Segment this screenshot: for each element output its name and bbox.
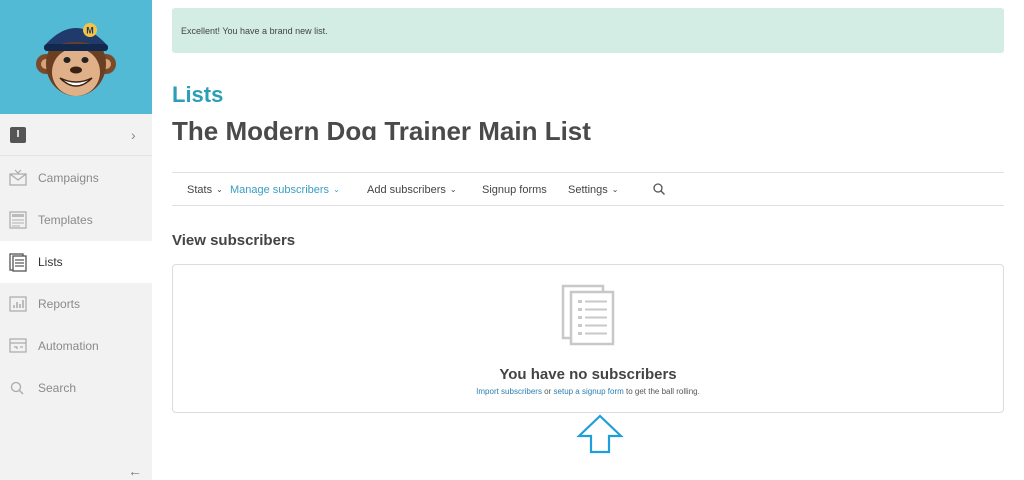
list-name: The Modern Dog Trainer Main List bbox=[172, 116, 591, 140]
chimp-logo-icon: M bbox=[36, 23, 116, 96]
empty-list-icon bbox=[561, 284, 615, 346]
sidebar-item-label: Automation bbox=[38, 339, 99, 353]
sidebar-item-label: Templates bbox=[38, 213, 93, 227]
list-name-container: The Modern Dog Trainer Main List bbox=[172, 112, 612, 140]
collapse-sidebar-arrow-icon[interactable]: ← bbox=[128, 464, 142, 478]
sidebar-item-search[interactable]: Search bbox=[0, 367, 152, 409]
chevron-down-icon: ⌄ bbox=[333, 185, 340, 194]
chevron-down-icon: ⌄ bbox=[449, 185, 457, 194]
tab-settings[interactable]: Settings ⌄ bbox=[568, 183, 618, 198]
sidebar-item-label: Lists bbox=[38, 255, 63, 269]
search-icon bbox=[10, 381, 24, 395]
mailchimp-logo[interactable]: M bbox=[0, 0, 152, 114]
tab-label: Settings bbox=[568, 184, 608, 196]
sidebar-item-label: Reports bbox=[38, 297, 81, 311]
sidebar-item-label: Campaigns bbox=[38, 171, 99, 185]
list-tab-bar: Stats ⌄ Manage subscribers ⌄ Add subscribe… bbox=[172, 172, 1004, 206]
svg-text:M: M bbox=[86, 26, 94, 36]
sidebar-item-campaigns[interactable]: Campaigns bbox=[0, 157, 152, 199]
sidebar-item-lists[interactable]: Lists bbox=[0, 241, 152, 283]
page-title[interactable]: Lists bbox=[172, 82, 223, 108]
empty-state-title: You have no subscribers bbox=[499, 366, 677, 383]
section-title: View subscribers bbox=[172, 232, 296, 249]
chevron-right-icon: › bbox=[131, 127, 136, 143]
tab-label: Stats bbox=[187, 184, 213, 196]
success-alert: Excellent! You have a brand new list. bbox=[172, 8, 1004, 53]
setup-signup-form-link[interactable]: setup a signup form bbox=[554, 387, 624, 396]
sidebar-item-reports[interactable]: Reports bbox=[0, 283, 152, 325]
alert-message: Excellent! You have a brand new list. bbox=[181, 26, 328, 36]
tab-label: Manage subscribers bbox=[230, 184, 330, 196]
automation-icon bbox=[9, 338, 27, 353]
sidebar-item-automation[interactable]: Automation bbox=[0, 325, 152, 367]
template-icon bbox=[9, 211, 27, 229]
tab-add-subscribers[interactable]: Add subscribers ⌄ bbox=[367, 183, 457, 198]
empty-subscribers-panel: You have no subscribers Import subscribe… bbox=[172, 264, 1004, 413]
account-switcher[interactable]: I › bbox=[0, 114, 152, 156]
empty-state-text: to get the ball rolling. bbox=[623, 387, 700, 396]
tab-label: Signup forms bbox=[482, 184, 547, 196]
sidebar: M I › Campaigns Templates Lists Reports … bbox=[0, 0, 152, 480]
tab-manage-subscribers[interactable]: Manage subscribers ⌄ bbox=[230, 183, 340, 198]
chevron-down-icon: ⌄ bbox=[611, 185, 619, 194]
empty-state-text: or bbox=[541, 387, 554, 396]
tab-label: Add subscribers bbox=[367, 184, 446, 196]
tab-stats[interactable]: Stats ⌄ bbox=[187, 183, 223, 198]
chevron-down-icon: ⌄ bbox=[216, 185, 223, 194]
sidebar-item-templates[interactable]: Templates bbox=[0, 199, 152, 241]
search-icon[interactable] bbox=[652, 182, 666, 196]
bar-chart-icon bbox=[9, 296, 27, 312]
tab-signup-forms[interactable]: Signup forms bbox=[482, 183, 547, 197]
import-subscribers-link[interactable]: Import subscribers bbox=[476, 387, 542, 396]
empty-state-description: Import subscribers or setup a signup for… bbox=[173, 386, 1003, 397]
account-badge: I bbox=[10, 127, 26, 143]
up-arrow-annotation-icon bbox=[576, 414, 624, 454]
sidebar-item-label: Search bbox=[38, 381, 77, 395]
list-icon bbox=[9, 253, 27, 272]
envelope-icon bbox=[9, 169, 27, 186]
